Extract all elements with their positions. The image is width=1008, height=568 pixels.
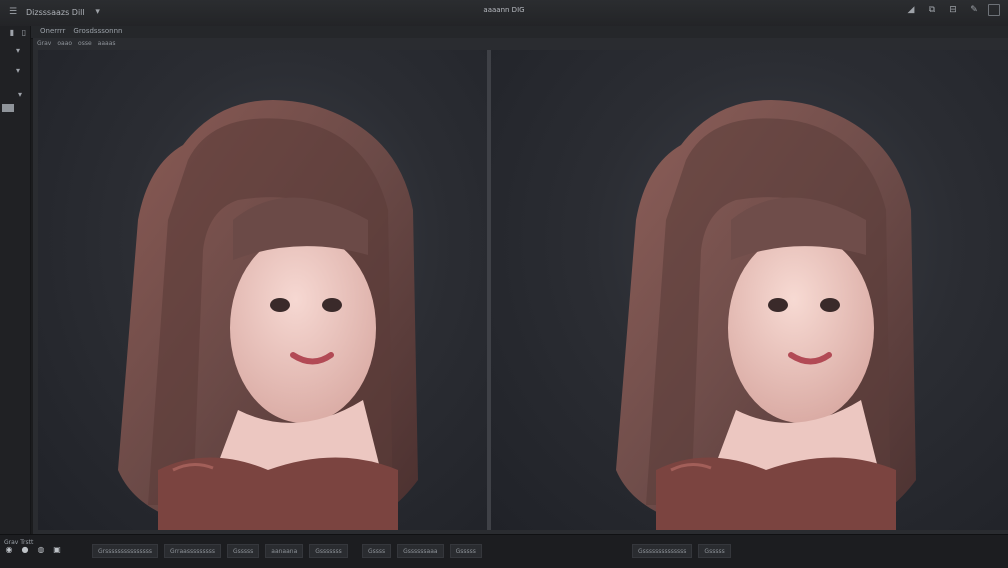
status-left-tools: ◉ ● ◍ ▣	[4, 544, 62, 554]
status-tool-icon-3[interactable]: ◍	[36, 544, 46, 554]
status-item-2[interactable]: Grraasssssssss	[164, 544, 221, 558]
status-tool-icon-1[interactable]: ◉	[4, 544, 14, 554]
tab-1[interactable]: Onerrrr	[40, 27, 65, 35]
portrait-image-right	[616, 100, 916, 530]
status-middle-items: Gssss Gssssssaaa Gsssss	[362, 544, 482, 558]
status-item-9[interactable]: Gssssssssssssss	[632, 544, 693, 558]
status-left-items: Grsssssssssssssss Grraasssssssss Gsssss …	[92, 544, 348, 558]
status-item-6[interactable]: Gssss	[362, 544, 392, 558]
title-bar: ☰ Dizsssaazs Dill ▾ aaaann DIG ◢ ⧉ ⊟ ✎	[0, 0, 1008, 27]
workspace-label-2: oaao	[57, 39, 73, 47]
window-controls: ◢ ⧉ ⊟ ✎	[904, 3, 1000, 17]
status-bar: Grav Trstt ◉ ● ◍ ▣ Grsssssssssssssss Grr…	[0, 534, 1008, 568]
toolbar-tabs: Onerrrr Grosdsssonnn	[40, 27, 122, 35]
status-item-3[interactable]: Gsssss	[226, 544, 260, 558]
edit-icon[interactable]: ✎	[967, 3, 981, 17]
workspace-label-3: osse	[78, 39, 92, 47]
status-item-4[interactable]: aanaana	[265, 544, 304, 558]
tool-icon-5[interactable]: ▾	[12, 88, 28, 100]
image-panel-right	[491, 50, 1008, 530]
status-item-10[interactable]: Gsssss	[698, 544, 731, 558]
portrait-image-left	[118, 100, 418, 530]
resize-icon[interactable]: ⧉	[925, 3, 939, 17]
status-item-5[interactable]: Gsssssss	[309, 544, 348, 558]
color-swatch[interactable]	[2, 104, 14, 112]
minimize-icon[interactable]: ⊟	[946, 3, 960, 17]
maximize-icon[interactable]	[988, 4, 1000, 16]
status-right-items: Gssssssssssssss Gsssss	[632, 544, 731, 558]
window-title: aaaann DIG	[483, 6, 525, 14]
status-item-7[interactable]: Gssssssaaa	[397, 544, 444, 558]
image-panel-left	[38, 50, 487, 530]
tab-2[interactable]: Grosdsssonnn	[73, 27, 122, 35]
tools-panel: ▮ ▯ ▾ ▾ ▾	[0, 26, 31, 534]
status-item-1[interactable]: Grsssssssssssssss	[92, 544, 159, 558]
status-tool-icon-2[interactable]: ●	[20, 544, 30, 554]
status-tool-icon-4[interactable]: ▣	[52, 544, 62, 554]
tool-icon-4[interactable]: ▾	[10, 64, 26, 76]
dropdown-icon[interactable]: ◢	[904, 3, 918, 17]
tool-icon-2[interactable]: ▯	[16, 26, 32, 38]
workspace-label-4: aaaas	[97, 39, 116, 47]
tool-icon-3[interactable]: ▾	[10, 44, 26, 56]
workspace-label-1: Grav	[37, 39, 52, 47]
workspace-bar: Grav oaao osse aaaas	[37, 38, 116, 48]
status-item-8[interactable]: Gsssss	[449, 544, 482, 558]
